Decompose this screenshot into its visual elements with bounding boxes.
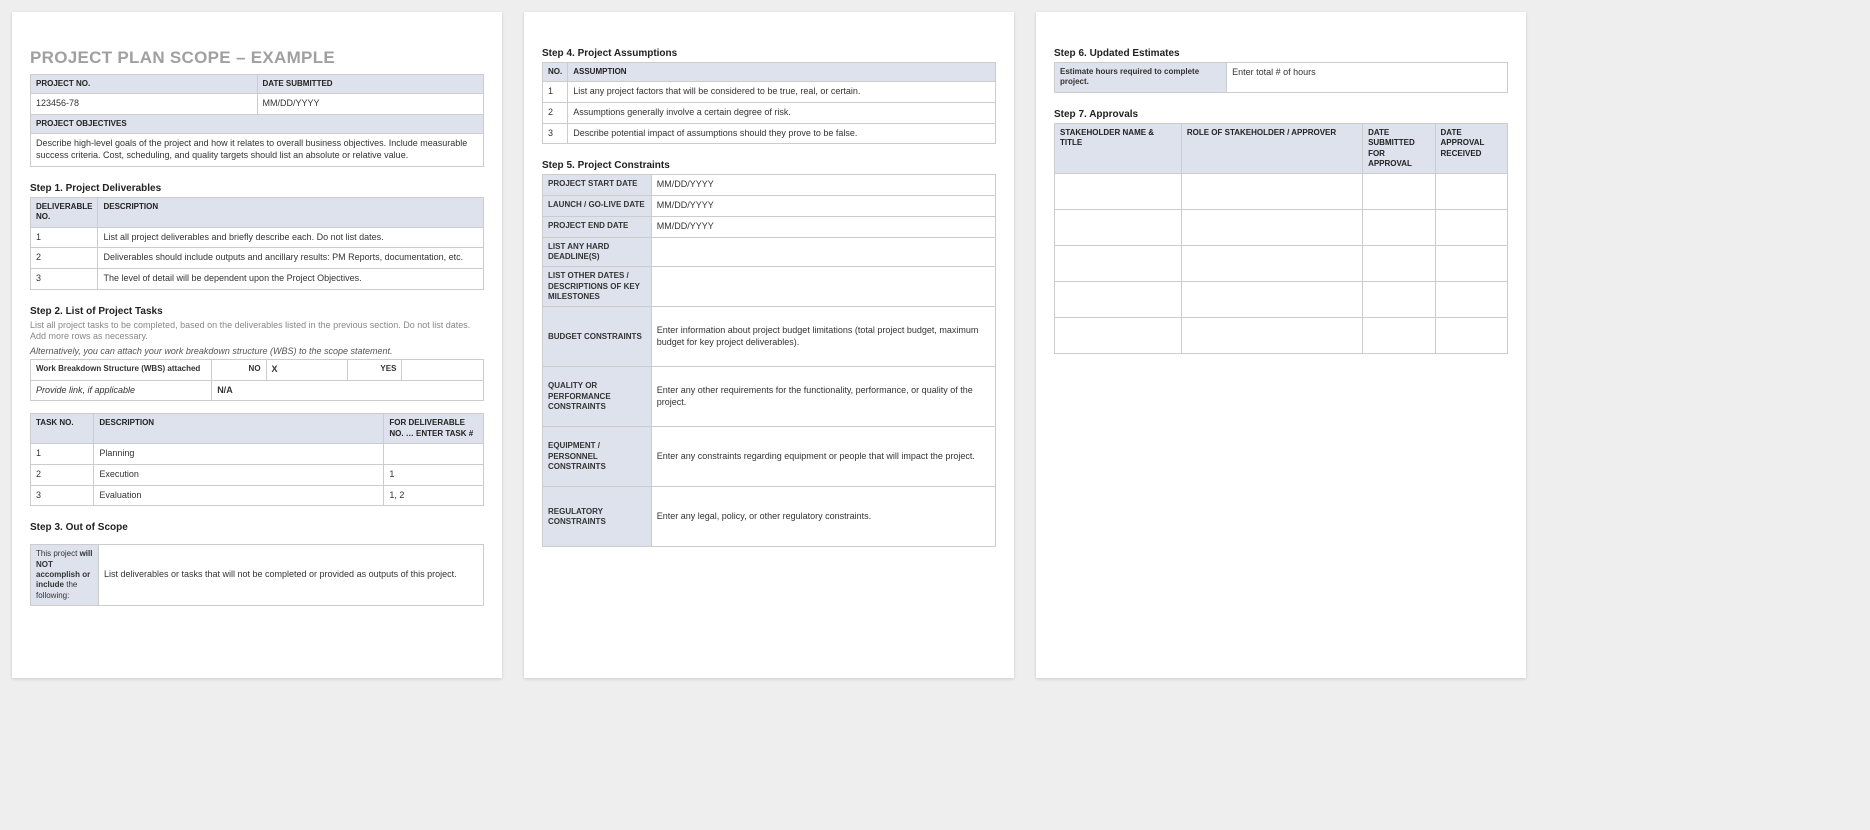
regulatory-constraints-value: Enter any legal, policy, or other regula… [651,487,995,547]
date-submitted-value: MM/DD/YYYY [257,94,484,115]
estimate-label: Estimate hours required to complete proj… [1055,63,1227,93]
page-1: PROJECT PLAN SCOPE – EXAMPLE PROJECT NO.… [12,12,502,678]
start-date-value: MM/DD/YYYY [651,175,995,196]
page-3: Step 6. Updated Estimates Estimate hours… [1036,12,1526,678]
constraints-table: PROJECT START DATEMM/DD/YYYY LAUNCH / GO… [542,174,996,547]
document-title: PROJECT PLAN SCOPE – EXAMPLE [30,48,484,68]
table-row: 2Deliverables should include outputs and… [31,248,484,269]
task-desc-header: DESCRIPTION [94,414,384,444]
provide-link-label: Provide link, if applicable [31,380,212,401]
step4-heading: Step 4. Project Assumptions [542,48,996,59]
project-objectives-value: Describe high-level goals of the project… [31,134,484,166]
end-date-value: MM/DD/YYYY [651,216,995,237]
launch-date-value: MM/DD/YYYY [651,196,995,217]
table-row: 3Evaluation1, 2 [31,485,484,506]
step2-note-italic: Alternatively, you can attach your work … [30,346,484,356]
launch-date-label: LAUNCH / GO-LIVE DATE [543,196,652,217]
step2-heading: Step 2. List of Project Tasks [30,306,484,317]
step2-note: List all project tasks to be completed, … [30,320,484,343]
table-row: 2Assumptions generally involve a certain… [543,103,996,124]
task-no-header: TASK NO. [31,414,94,444]
assumption-header: ASSUMPTION [568,63,996,82]
quality-constraints-value: Enter any other requirements for the fun… [651,367,995,427]
quality-constraints-label: QUALITY OR PERFORMANCE CONSTRAINTS [543,367,652,427]
wbs-yes-label: YES [348,360,402,381]
table-row: 1List any project factors that will be c… [543,82,996,103]
table-row: 3Describe potential impact of assumption… [543,123,996,144]
end-date-label: PROJECT END DATE [543,216,652,237]
table-row: 1List all project deliverables and brief… [31,227,484,248]
stakeholder-name-header: STAKEHOLDER NAME & TITLE [1055,123,1182,174]
step3-heading: Step 3. Out of Scope [30,522,484,533]
table-row [1055,282,1508,318]
table-row [1055,174,1508,210]
deliverable-no-header: DELIVERABLE NO. [31,197,98,227]
approvals-table: STAKEHOLDER NAME & TITLE ROLE OF STAKEHO… [1054,123,1508,355]
page-2: Step 4. Project Assumptions NO. ASSUMPTI… [524,12,1014,678]
start-date-label: PROJECT START DATE [543,175,652,196]
out-of-scope-label: This project will NOT accomplish or incl… [31,545,99,606]
project-no-value: 123456-78 [31,94,258,115]
wbs-attached-table: Work Breakdown Structure (WBS) attached … [30,359,484,401]
other-dates-value [651,267,995,307]
table-row: 2Execution1 [31,464,484,485]
budget-constraints-value: Enter information about project budget l… [651,307,995,367]
stakeholder-role-header: ROLE OF STAKEHOLDER / APPROVER [1181,123,1362,174]
equipment-constraints-value: Enter any constraints regarding equipmen… [651,427,995,487]
step6-heading: Step 6. Updated Estimates [1054,48,1508,59]
assumption-no-header: NO. [543,63,568,82]
project-objectives-header: PROJECT OBJECTIVES [31,115,484,134]
regulatory-constraints-label: REGULATORY CONSTRAINTS [543,487,652,547]
step1-heading: Step 1. Project Deliverables [30,183,484,194]
estimate-value: Enter total # of hours [1227,63,1508,93]
project-no-header: PROJECT NO. [31,75,258,94]
table-row [1055,246,1508,282]
project-info-table: PROJECT NO. DATE SUBMITTED 123456-78 MM/… [30,74,484,167]
out-of-scope-value: List deliverables or tasks that will not… [98,545,483,606]
date-submitted-approval-header: DATE SUBMITTED FOR APPROVAL [1363,123,1435,174]
tasks-table: TASK NO. DESCRIPTION FOR DELIVERABLE NO.… [30,413,484,506]
wbs-yes-value [402,360,484,381]
wbs-attached-label: Work Breakdown Structure (WBS) attached [31,360,212,381]
budget-constraints-label: BUDGET CONSTRAINTS [543,307,652,367]
hard-deadlines-label: LIST ANY HARD DEADLINE(S) [543,237,652,267]
hard-deadlines-value [651,237,995,267]
step5-heading: Step 5. Project Constraints [542,160,996,171]
other-dates-label: LIST OTHER DATES / DESCRIPTIONS OF KEY M… [543,267,652,307]
estimates-table: Estimate hours required to complete proj… [1054,62,1508,93]
step7-heading: Step 7. Approvals [1054,109,1508,120]
out-of-scope-table: This project will NOT accomplish or incl… [30,544,484,606]
deliverables-table: DELIVERABLE NO. DESCRIPTION 1List all pr… [30,197,484,290]
table-row [1055,210,1508,246]
table-row: 1Planning [31,444,484,465]
task-for-header: FOR DELIVERABLE NO. … ENTER TASK # [384,414,484,444]
table-row [1055,318,1508,354]
table-row: 3The level of detail will be dependent u… [31,269,484,290]
date-approval-received-header: DATE APPROVAL RECEIVED [1435,123,1507,174]
assumptions-table: NO. ASSUMPTION 1List any project factors… [542,62,996,144]
wbs-no-label: NO [212,360,266,381]
provide-link-value: N/A [212,380,484,401]
deliverable-desc-header: DESCRIPTION [98,197,484,227]
date-submitted-header: DATE SUBMITTED [257,75,484,94]
wbs-no-value: X [266,360,348,381]
equipment-constraints-label: EQUIPMENT / PERSONNEL CONSTRAINTS [543,427,652,487]
